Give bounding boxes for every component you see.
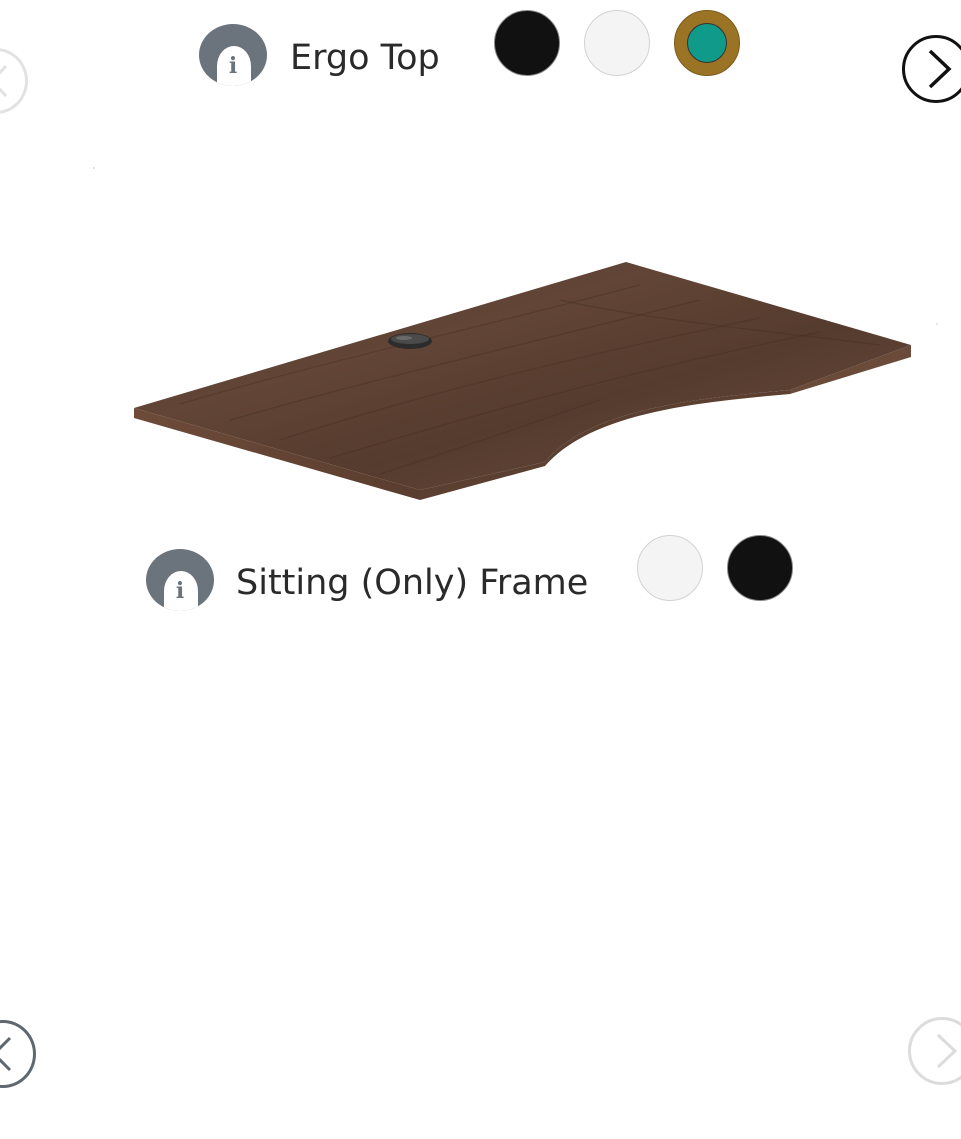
bottom-prev-button[interactable] xyxy=(0,1020,36,1088)
chevron-left-icon xyxy=(0,1036,12,1072)
chevron-right-icon xyxy=(936,1033,958,1069)
bottom-next-button[interactable] xyxy=(908,1017,961,1085)
info-glyph: i xyxy=(175,578,185,604)
swatch-frame-white[interactable] xyxy=(637,535,703,601)
swatch-frame-black[interactable] xyxy=(727,535,793,601)
product-image xyxy=(93,167,938,500)
desk-top-surface xyxy=(134,262,911,490)
cable-grommet-icon xyxy=(388,333,432,349)
frame-section-title: Sitting (Only) Frame xyxy=(236,563,589,603)
info-icon[interactable]: i xyxy=(146,549,214,611)
